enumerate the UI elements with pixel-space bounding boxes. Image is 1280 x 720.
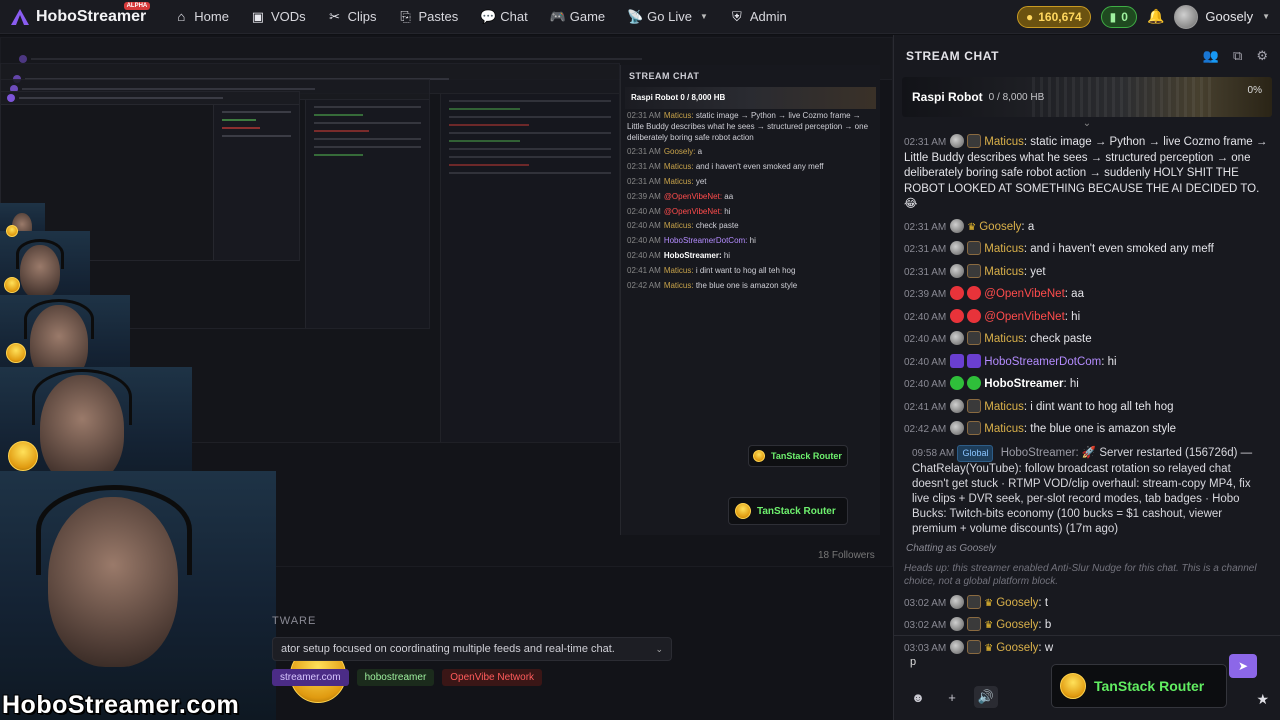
chat-message: 02:31 AM Maticus: static image → Python →…	[904, 134, 1268, 210]
goal-name: Raspi Robot	[912, 90, 983, 104]
nested-router-badge: TanStack Router	[728, 497, 848, 525]
chat-header: STREAM CHAT 👥 ⧉ ⚙	[894, 35, 1280, 77]
chat-input[interactable]: p	[904, 648, 1054, 674]
home-icon: ⌂	[177, 9, 186, 24]
chat-message: 02:40 AM @OpenVibeNet: hi	[904, 308, 1081, 323]
anti-slur-notice: Heads up: this streamer enabled Anti-Slu…	[904, 562, 1257, 587]
chat-message: 02:40 AM HoboStreamer: hi	[904, 376, 1079, 390]
main-nav: ⌂ Home ▣ VODs ✂ Clips ⎘ Pastes 💬 Chat 🎮 Game 📡…	[164, 3, 796, 31]
chat-message: 02:39 AM @OpenVibeNet: aa	[904, 286, 1084, 300]
chevron-down-icon: ▼	[699, 12, 708, 21]
send-icon: ➤	[1237, 659, 1249, 673]
chevron-down-icon[interactable]: ⌄	[894, 117, 1280, 131]
system-message: 09:58 AM Global HoboStreamer: 🚀 Server r…	[912, 444, 1253, 535]
webcam-feed-main	[0, 471, 276, 720]
tent-logo-icon	[10, 7, 30, 27]
coin-icon: ●	[1026, 9, 1034, 24]
chat-composer: p ➤ TanStack Router ☻ + 🔊 ★	[894, 635, 1280, 720]
scissors-icon: ✂	[329, 8, 341, 24]
gamepad-icon: 🎮	[549, 8, 566, 24]
gear-icon[interactable]: ⚙	[1256, 48, 1268, 64]
broadcast-icon: 📡	[627, 8, 644, 24]
nav-pastes[interactable]: ⎘ Pastes	[389, 3, 469, 31]
chevron-down-icon: ⌄	[655, 643, 663, 654]
social-links: streamer.com hobostreamer OpenVibe Netwo…	[272, 669, 672, 686]
nav-game[interactable]: 🎮 Game	[540, 3, 615, 31]
nav-go-live[interactable]: 📡 Go Live ▼	[617, 3, 718, 31]
nav-chat[interactable]: 💬 Chat	[470, 3, 537, 31]
chevron-down-icon: ▼	[1262, 12, 1270, 21]
chatting-as-label: Chatting as Goosely	[906, 542, 997, 554]
username: Goosely	[1205, 9, 1254, 24]
nav-vods[interactable]: ▣ VODs	[241, 3, 316, 31]
chat-message: 02:31 AM ♛ Goosely: a	[904, 218, 1035, 233]
send-button[interactable]: ➤	[1229, 654, 1257, 678]
chat-message: 02:31 AM Maticus: and i haven't even smok…	[904, 241, 1214, 255]
follower-count: 18 Followers	[818, 550, 875, 561]
chat-message: 02:41 AM Maticus: i dint want to hog all …	[904, 398, 1174, 413]
island-emoji-icon	[6, 343, 26, 363]
site-logo[interactable]: HoboStreamer ALPHA	[10, 1, 151, 27]
sound-icon[interactable]: 🔊	[974, 686, 998, 708]
tanstack-router-badge: TanStack Router	[1051, 664, 1227, 708]
alpha-badge: ALPHA	[123, 1, 151, 10]
link-openvibe[interactable]: OpenVibe Network	[442, 669, 543, 686]
chat-message: 03:02 AM ♛ Goosely: b	[904, 617, 1052, 631]
chat-message: 02:31 AM Maticus: yet	[904, 263, 1046, 278]
nav-home[interactable]: ⌂ Home	[164, 3, 239, 30]
coin-balance[interactable]: ● 160,674	[1017, 5, 1091, 28]
link-website[interactable]: streamer.com	[272, 669, 349, 686]
raspi-robot-goal[interactable]: Raspi Robot 0 / 8,000 HB 0%	[902, 77, 1272, 117]
top-right-controls: ● 160,674 ▮ 0 🔔 Goosely ▼	[1017, 4, 1270, 29]
island-emoji-icon	[4, 277, 20, 293]
star-icon[interactable]: ★	[1256, 691, 1269, 708]
goal-percent: 0%	[1247, 85, 1262, 96]
chat-messages: 02:31 AM Maticus: static image → Python →…	[894, 131, 1280, 539]
chat-message: 02:40 AM Maticus: check paste	[904, 331, 1092, 345]
chat-title: STREAM CHAT	[906, 49, 1000, 63]
green-balance[interactable]: ▮ 0	[1100, 5, 1137, 28]
chat-icon: 💬	[480, 8, 497, 24]
channel-about: TWARE ator setup focused on coordinating…	[272, 615, 672, 686]
users-icon[interactable]: 👥	[1203, 48, 1219, 64]
film-icon: ▣	[251, 8, 265, 24]
plus-icon[interactable]: +	[940, 686, 964, 708]
chat-message: 02:42 AM Maticus: the blue one is amazon …	[904, 421, 1177, 435]
shield-icon: ⛨	[731, 8, 742, 24]
chat-message: 02:40 AM HoboStreamerDotCom: hi	[904, 353, 1117, 368]
site-name: HoboStreamer	[36, 7, 147, 25]
island-emoji-icon	[1060, 673, 1086, 699]
stream-chat-panel: STREAM CHAT 👥 ⧉ ⚙ Raspi Robot 0 / 8,000 …	[893, 35, 1280, 720]
bell-icon[interactable]: 🔔	[1147, 8, 1164, 25]
nested-router-badge-2: TanStack Router	[748, 445, 848, 467]
emoji-icon[interactable]: ☻	[906, 686, 930, 708]
user-menu[interactable]: Goosely ▼	[1174, 4, 1270, 29]
top-navbar: HoboStreamer ALPHA ⌂ Home ▣ VODs ✂ Clips ⎘ P…	[0, 0, 1280, 34]
stream-video[interactable]: STREAM CHAT Raspi Robot 0 / 8,000 HB 02:…	[0, 35, 893, 720]
chat-message: 03:02 AM ♛ Goosely: t	[904, 594, 1049, 609]
global-tag: Global	[957, 444, 994, 462]
popout-icon[interactable]: ⧉	[1233, 48, 1242, 64]
avatar	[1174, 4, 1199, 29]
about-description[interactable]: ator setup focused on coordinating multi…	[272, 637, 672, 661]
nav-admin[interactable]: ⛨ Admin	[720, 3, 797, 31]
site-watermark: HoboStreamer.com	[2, 691, 240, 719]
about-title: TWARE	[272, 615, 317, 627]
nav-clips[interactable]: ✂ Clips	[318, 3, 387, 31]
cash-icon: ▮	[1109, 9, 1117, 24]
link-kick[interactable]: hobostreamer	[356, 669, 435, 686]
island-emoji-icon	[6, 225, 18, 237]
island-emoji-icon	[8, 441, 38, 471]
paste-icon: ⎘	[400, 8, 411, 24]
